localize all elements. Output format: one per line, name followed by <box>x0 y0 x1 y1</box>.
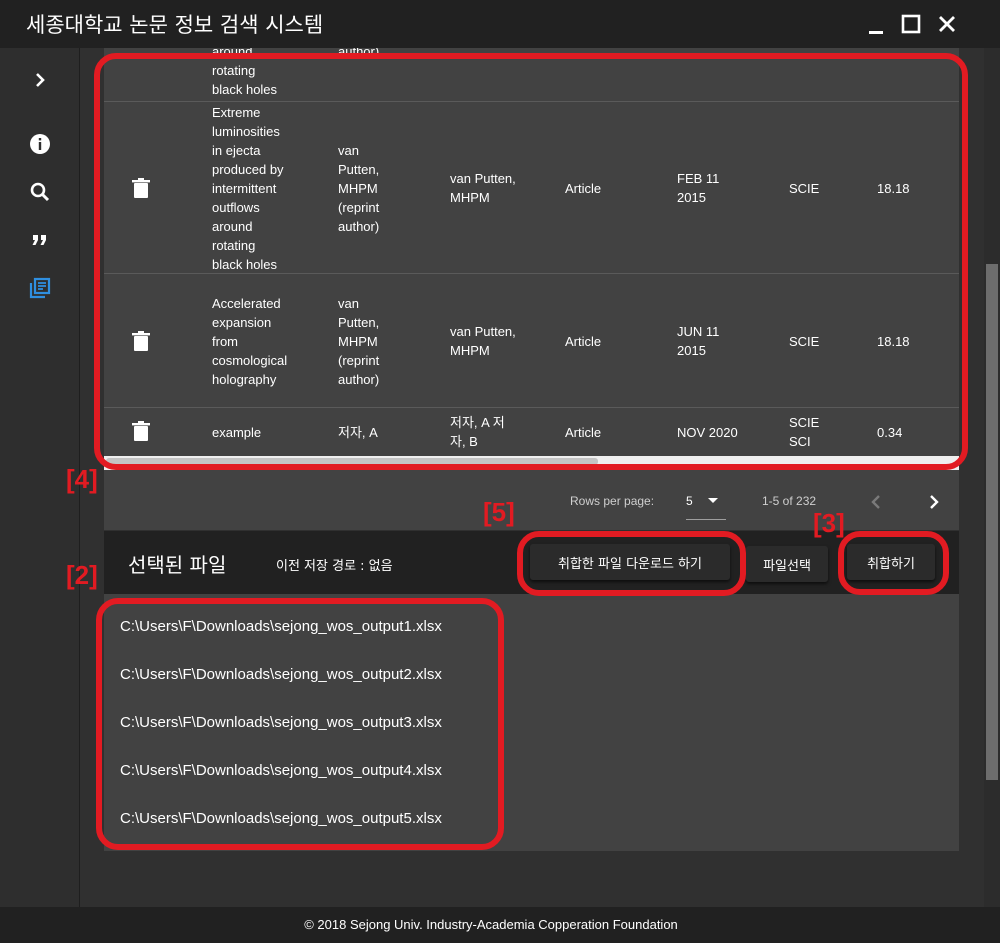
previous-save-path: 이전 저장 경로 : 없음 <box>276 559 393 574</box>
caret-down-icon <box>708 498 718 503</box>
footer: © 2018 Sejong Univ. Industry-Academia Co… <box>0 907 1000 943</box>
footer-text: © 2018 Sejong Univ. Industry-Academia Co… <box>304 917 678 932</box>
annotation-box-files <box>96 598 504 850</box>
app-title: 세종대학교 논문 정보 검색 시스템 <box>26 13 324 37</box>
annotation-box-download <box>517 531 746 596</box>
annotation-box-table <box>94 53 968 470</box>
quote-icon[interactable] <box>28 228 52 252</box>
library-books-icon[interactable] <box>28 276 52 300</box>
info-icon[interactable] <box>28 132 52 156</box>
vertical-scrollbar[interactable] <box>984 48 1000 907</box>
annotation-label-4: [4] <box>66 464 98 494</box>
rows-per-page-label: Rows per page: <box>570 494 655 508</box>
selected-files-title: 선택된 파일 <box>128 553 227 577</box>
maximize-icon[interactable] <box>899 12 923 36</box>
chevron-right-icon[interactable] <box>924 490 944 514</box>
annotation-box-merge <box>838 531 949 595</box>
close-icon[interactable] <box>935 12 959 36</box>
rows-per-page-select[interactable]: 5 <box>686 492 726 520</box>
annotation-label-3: [3] <box>813 508 845 538</box>
vertical-scrollbar-thumb[interactable] <box>986 264 998 780</box>
minimize-icon[interactable] <box>864 12 888 36</box>
rows-per-page-value: 5 <box>686 494 693 508</box>
select-file-button[interactable]: 파일선택 <box>746 546 828 582</box>
chevron-left-icon[interactable] <box>866 490 886 514</box>
search-icon[interactable] <box>28 180 52 204</box>
annotation-label-5: [5] <box>483 497 515 527</box>
page-range: 1-5 of 232 <box>762 494 817 508</box>
annotation-label-2: [2] <box>66 560 98 590</box>
title-bar: 세종대학교 논문 정보 검색 시스템 <box>0 0 1000 48</box>
chevron-right-icon[interactable] <box>28 68 52 92</box>
